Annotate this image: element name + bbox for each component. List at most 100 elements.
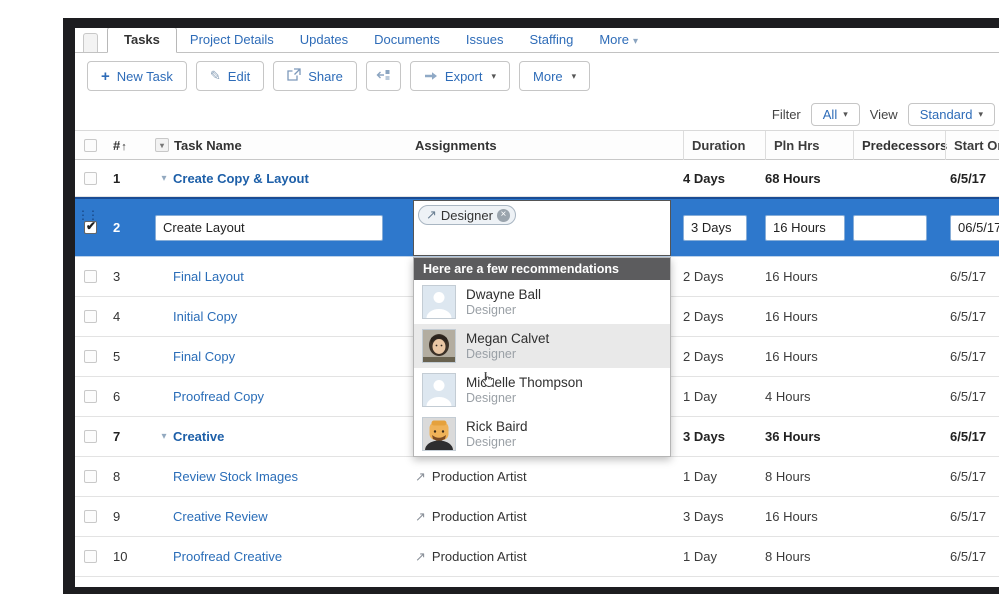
assignments-cell[interactable]: ↗ Production Artist	[413, 469, 683, 485]
assignments-cell[interactable]: ↗ Production Artist	[413, 549, 683, 565]
row-checkbox[interactable]	[84, 350, 97, 363]
planned-hours-input[interactable]	[765, 214, 845, 241]
pln-hrs-cell[interactable]: 16 Hours	[765, 309, 853, 324]
row-checkbox[interactable]	[84, 171, 97, 185]
duration-cell[interactable]: 3 Days	[683, 429, 765, 444]
start-cell[interactable]: 6/5/17	[945, 309, 999, 324]
start-cell[interactable]: 6/5/17	[945, 469, 999, 484]
tab-updates[interactable]: Updates	[287, 28, 361, 52]
start-cell[interactable]: 6/5/17	[945, 389, 999, 404]
recommendation-item-rick-baird[interactable]: Rick Baird Designer	[414, 412, 670, 456]
column-header-start[interactable]: Start On	[945, 130, 999, 160]
pln-hrs-cell[interactable]: 36 Hours	[765, 429, 853, 444]
row-checkbox[interactable]	[84, 390, 97, 403]
duration-cell[interactable]: 4 Hours	[683, 589, 765, 594]
filter-dropdown[interactable]: All ▾	[810, 103, 860, 126]
task-name-link[interactable]: Creative	[173, 429, 224, 444]
start-cell[interactable]: 6/5/17	[945, 269, 999, 284]
column-menu-icon[interactable]: ▾	[155, 138, 169, 152]
predecessors-input[interactable]	[853, 214, 927, 241]
select-all-checkbox[interactable]	[84, 138, 97, 152]
duration-cell[interactable]: 2 Days	[683, 309, 765, 324]
export-button[interactable]: Export ▾	[409, 61, 511, 91]
recommendation-item-megan-calvet[interactable]: Megan Calvet Designer	[414, 324, 670, 368]
pln-hrs-cell[interactable]: 16 Hours	[765, 349, 853, 364]
column-header-predecessors[interactable]: Predecessors	[853, 130, 947, 160]
drag-handle-icon[interactable]: ⋮⋮	[77, 209, 99, 221]
duration-cell[interactable]: 2 Days	[683, 269, 765, 284]
row-checkbox[interactable]	[84, 310, 97, 323]
row-checkbox-checked[interactable]: ✔	[84, 219, 97, 234]
assignments-cell[interactable]: ↗ Production Artist	[413, 509, 683, 525]
recommendation-item-dwayne-ball[interactable]: Dwayne Ball Designer	[414, 280, 670, 324]
start-date-input[interactable]	[950, 214, 999, 241]
duration-cell[interactable]: 1 Day	[683, 389, 765, 404]
pln-hrs-cell[interactable]: 16 Hours	[765, 269, 853, 284]
duration-cell[interactable]: 1 Day	[683, 469, 765, 484]
row-checkbox[interactable]	[84, 510, 97, 523]
row-checkbox[interactable]	[84, 270, 97, 283]
start-cell[interactable]: 6/5/17	[945, 429, 999, 444]
duration-cell[interactable]: 4 Days	[683, 171, 765, 186]
move-tasks-button[interactable]	[365, 61, 401, 91]
chip-remove-icon[interactable]: ×	[496, 208, 510, 222]
table-row[interactable]: 10 Proofread Creative ↗ Production Artist…	[75, 537, 999, 577]
table-row[interactable]: 8 Review Stock Images ↗ Production Artist…	[75, 457, 999, 497]
task-name-link[interactable]: Present and Review Creative	[173, 589, 341, 594]
tab-issues[interactable]: Issues	[453, 28, 517, 52]
duration-input[interactable]	[683, 214, 747, 241]
pln-hrs-cell[interactable]: 16 Hours	[765, 509, 853, 524]
table-row[interactable]: 9 Creative Review ↗ Production Artist 3 D…	[75, 497, 999, 537]
task-name-link[interactable]: Initial Copy	[173, 309, 237, 324]
start-cell[interactable]: 6/5/17	[945, 589, 999, 594]
start-cell[interactable]: 6/5/17	[945, 509, 999, 524]
share-button[interactable]: Share	[273, 61, 357, 91]
tab-documents[interactable]: Documents	[361, 28, 453, 52]
column-header-pln-hrs[interactable]: Pln Hrs	[765, 130, 853, 160]
task-name-link[interactable]: Create Copy & Layout	[173, 171, 309, 186]
pln-hrs-cell[interactable]: 68 Hours	[765, 171, 853, 186]
pln-hrs-cell[interactable]: 4 Hours	[765, 389, 853, 404]
task-name-input[interactable]	[155, 214, 383, 241]
tab-tasks[interactable]: Tasks	[107, 28, 177, 53]
tab-project-details[interactable]: Project Details	[177, 28, 287, 52]
task-name-link[interactable]: Final Layout	[173, 269, 244, 284]
task-name-link[interactable]: Review Stock Images	[173, 469, 298, 484]
collapse-icon[interactable]: ▾	[155, 431, 173, 442]
assignments-cell[interactable]: ↗ Art Director	[413, 589, 683, 594]
pln-hrs-cell[interactable]: 8 Hours	[765, 469, 853, 484]
duration-cell[interactable]: 3 Days	[683, 509, 765, 524]
start-cell[interactable]: 6/5/17	[945, 171, 999, 186]
task-name-link[interactable]: Creative Review	[173, 509, 268, 524]
column-header-num[interactable]: #↑	[109, 138, 155, 153]
pln-hrs-cell[interactable]: 8 Hours	[765, 549, 853, 564]
assignment-chip-designer[interactable]: ↗ Designer ×	[418, 205, 516, 225]
start-cell[interactable]: 6/5/17	[945, 549, 999, 564]
row-checkbox[interactable]	[84, 430, 97, 443]
row-checkbox[interactable]	[84, 470, 97, 483]
row-checkbox[interactable]	[84, 590, 97, 594]
table-row[interactable]: 11 Present and Review Creative ↗ Art Dire…	[75, 577, 999, 594]
more-button[interactable]: More ▾	[519, 61, 591, 91]
pln-hrs-cell[interactable]: 4 Hours	[765, 589, 853, 594]
start-cell[interactable]: 6/5/17	[945, 349, 999, 364]
edit-button[interactable]: ✎ Edit	[195, 61, 265, 91]
column-header-task-name[interactable]: ▾ Task Name	[155, 138, 413, 153]
duration-cell[interactable]: 1 Day	[683, 549, 765, 564]
duration-cell[interactable]: 2 Days	[683, 349, 765, 364]
recommendation-item-michelle-thompson[interactable]: Michelle Thompson Designer	[414, 368, 670, 412]
column-header-assignments[interactable]: Assignments	[413, 138, 683, 153]
table-row-selected[interactable]: ⋮⋮ ✔ 2 ↗ Designer ×	[75, 197, 999, 257]
new-task-button[interactable]: + New Task	[87, 61, 187, 91]
tab-staffing[interactable]: Staffing	[516, 28, 586, 52]
tab-more[interactable]: More ▾	[586, 28, 651, 52]
collapse-icon[interactable]: ▾	[155, 173, 173, 184]
assignments-input[interactable]: ↗ Designer ×	[413, 200, 671, 256]
task-name-link[interactable]: Proofread Creative	[173, 549, 282, 564]
table-row[interactable]: 1 ▾ Create Copy & Layout 4 Days 68 Hours …	[75, 160, 999, 197]
task-name-link[interactable]: Proofread Copy	[173, 389, 264, 404]
task-name-link[interactable]: Final Copy	[173, 349, 235, 364]
row-checkbox[interactable]	[84, 550, 97, 563]
view-dropdown[interactable]: Standard ▾	[907, 103, 995, 126]
column-header-duration[interactable]: Duration	[683, 130, 765, 160]
